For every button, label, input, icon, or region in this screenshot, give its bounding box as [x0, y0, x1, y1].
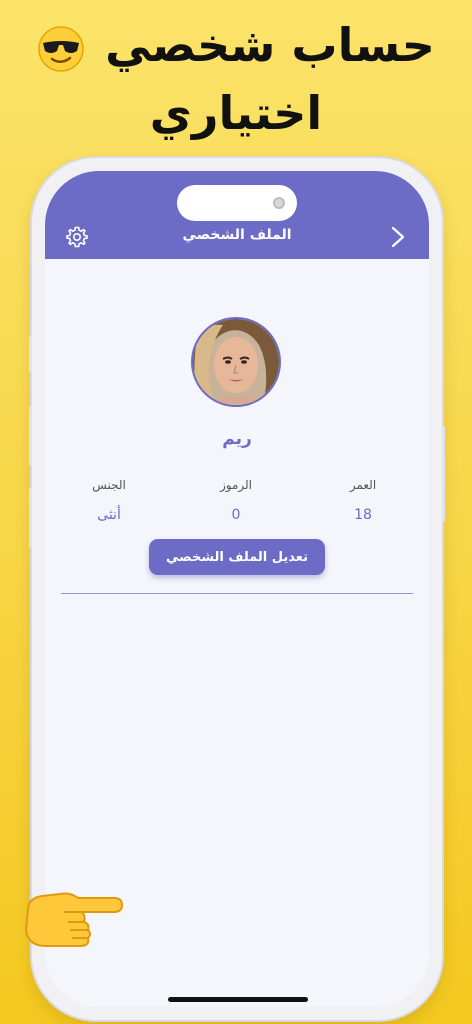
stat-age-label: العمر — [349, 478, 377, 492]
user-name: ريم — [222, 429, 252, 449]
phone-volume-up-button — [29, 406, 32, 466]
stat-tokens-label: الرموز — [219, 478, 253, 492]
divider — [61, 593, 413, 594]
phone-volume-down-button — [29, 488, 32, 548]
promo-headline-line2: اختياري — [149, 86, 323, 140]
stat-gender-value: أنثى — [97, 507, 121, 523]
stat-tokens-value: 0 — [231, 507, 241, 523]
phone-side-button — [29, 336, 32, 372]
promo-headline-line1: حساب شخصي — [0, 18, 472, 73]
avatar-photo — [193, 319, 279, 405]
chevron-right-icon[interactable] — [389, 225, 407, 249]
top-navbar: الملف الشخصي — [45, 171, 429, 259]
promo-headline-text: حساب شخصي — [105, 18, 435, 72]
page-title: الملف الشخصي — [182, 227, 292, 243]
phone-power-button — [442, 426, 445, 522]
avatar[interactable] — [191, 317, 281, 407]
stat-age-value: 18 — [354, 507, 372, 523]
stat-gender-label: الجنس — [92, 478, 126, 492]
home-indicator[interactable] — [168, 997, 308, 1002]
dynamic-island — [177, 185, 297, 221]
edit-profile-button[interactable]: تعديل الملف الشخصي — [149, 539, 325, 575]
sunglasses-face-icon — [38, 25, 84, 72]
pointing-hand-icon — [25, 892, 123, 947]
camera-icon — [273, 197, 285, 209]
